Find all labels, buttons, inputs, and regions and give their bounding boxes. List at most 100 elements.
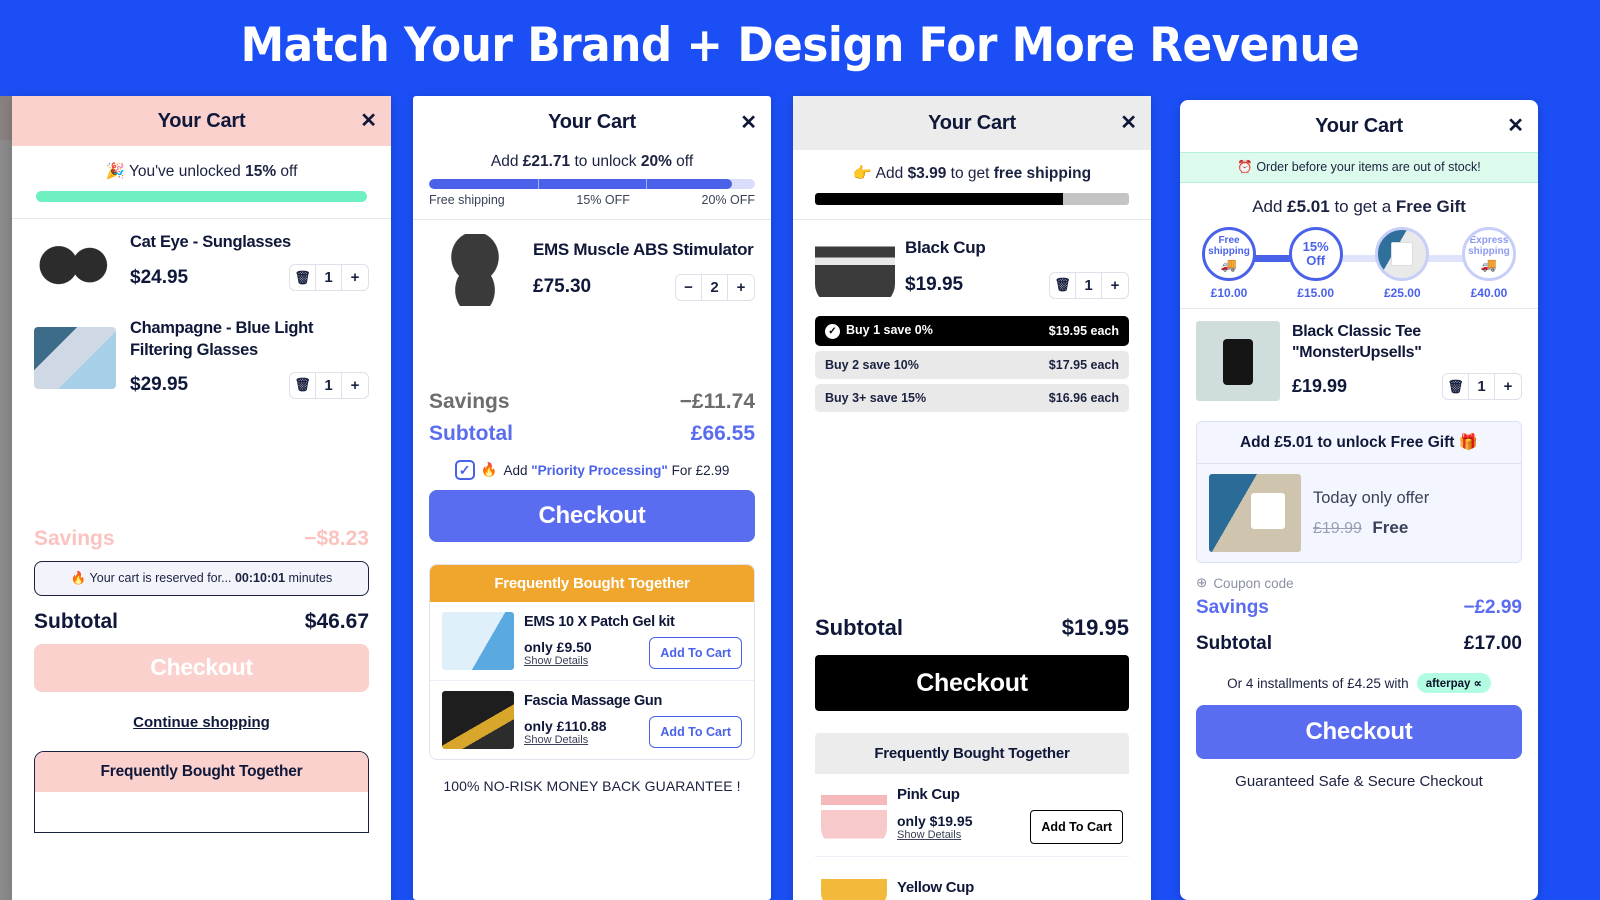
cart-title: Your Cart [157,109,246,132]
reward-milestones: Free shipping 🚚 £10.00 15% Off £15.00 £2… [1180,221,1538,308]
show-details-link[interactable]: Show Details [524,734,607,746]
left-edge-strip-lower [0,140,12,900]
savings-row: Savings −£2.99 [1180,593,1538,623]
close-icon[interactable]: ✕ [1507,116,1524,136]
quantity-stepper[interactable]: 🗑 1 + [289,264,369,291]
remove-item-button[interactable]: 🗑 [290,372,316,398]
product-price: £75.30 [533,276,592,297]
mug-image [1391,242,1414,266]
frequently-bought-together-section: Frequently Bought Together [34,750,369,833]
pointing-hand-icon: 👉 [852,165,873,182]
gift-amount: £5.01 [1287,197,1330,216]
quantity-stepper[interactable]: − 2 + [675,273,755,301]
subtotal-value: £17.00 [1463,633,1522,654]
continue-shopping-link[interactable]: Continue shopping [12,714,391,731]
milestone-free-gift[interactable]: £25.00 [1367,227,1437,300]
tier-label: Buy 1 save 0% [846,323,933,337]
product-thumbnail-black-cup [815,230,895,306]
cart-panel-black: Your Cart ✕ 👉 Add $3.99 to get free ship… [793,96,1151,900]
remove-item-button[interactable]: 🗑 [1050,272,1076,298]
priority-processing-checkbox[interactable]: ✓ [454,460,475,480]
decrease-quantity-button[interactable]: − [676,274,702,300]
milestone-amount: £15.00 [1297,286,1334,300]
plus-circle-icon: ⊕ [1196,575,1208,590]
savings-value: −$8.23 [304,526,369,550]
tier-label-15-off: 15% OFF [576,193,630,207]
increase-quantity-button[interactable]: + [728,275,754,300]
tier-each-price: $19.95 each [1048,324,1119,338]
fbt-heading: Frequently Bought Together [430,565,754,602]
quantity-value: 2 [702,274,728,300]
fbt-item-name: Fascia Massage Gun [524,692,663,709]
savings-value: −£11.74 [679,390,755,413]
progress-bar [815,193,1129,205]
promo-prefix: Add [875,165,908,182]
subtotal-value: $46.67 [304,609,369,633]
quantity-value: 1 [316,265,342,290]
increase-quantity-button[interactable]: + [342,373,368,398]
cart-line-item: Black Cup $19.95 🗑 1 + [793,220,1151,312]
milestone-express-shipping[interactable]: Express shipping 🚚 £40.00 [1454,227,1524,300]
close-icon[interactable]: ✕ [360,111,377,131]
product-thumbnail-gel-kit [442,612,514,670]
checkout-button[interactable]: Checkout [429,490,755,542]
milestone-15-off[interactable]: 15% Off £15.00 [1281,227,1351,300]
fbt-item-price: only £9.50 [524,638,592,655]
product-thumbnail-sunglasses [34,231,116,293]
increase-quantity-button[interactable]: + [1102,273,1128,298]
product-thumbnail-black-tee [1196,321,1280,401]
product-name: Champagne - Blue Light Filtering Glasses [130,319,314,360]
gift-middle: to get a [1329,197,1396,216]
remove-item-button[interactable]: 🗑 [290,265,316,290]
product-name: Cat Eye - Sunglasses [130,233,291,251]
close-icon[interactable]: ✕ [1120,113,1137,133]
fire-icon: 🔥 [480,462,498,477]
milestone-amount: £10.00 [1210,286,1248,300]
coupon-code-link[interactable]: ⊕ Coupon code [1180,563,1538,593]
installments-text: Or 4 installments of £4.25 with [1227,675,1409,691]
check-icon: ✓ [825,324,840,339]
subtotal-row: Subtotal $19.95 [793,615,1151,641]
product-thumbnail-yellow-cup [821,867,887,900]
milestone-free-shipping[interactable]: Free shipping 🚚 £10.00 [1194,227,1264,300]
increase-quantity-button[interactable]: + [342,265,368,290]
gift-offer-row[interactable]: Today only offer £19.99 Free [1197,464,1521,562]
gift-unlock-heading: Add £5.01 to unlock Free Gift 🎁 [1197,422,1521,464]
gift-prefix: Add [1252,197,1288,216]
increase-quantity-button[interactable]: + [1495,374,1521,399]
quantity-stepper[interactable]: 🗑 1 + [1442,373,1522,401]
add-to-cart-button[interactable]: Add To Cart [1030,810,1123,844]
add-to-cart-button[interactable]: Add To Cart [649,715,742,748]
close-icon[interactable]: ✕ [740,113,757,133]
truck-icon: 🚚 [1220,257,1238,273]
reserve-suffix: minutes [285,570,333,585]
page-background: Match Your Brand + Design For More Reven… [0,0,1600,900]
stock-banner-text: Order before your items are out of stock… [1256,160,1481,174]
priority-processing-option[interactable]: ✓ 🔥 Add "Priority Processing" For £2.99 [413,446,771,490]
coupon-label: Coupon code [1213,575,1294,591]
volume-tier-option[interactable]: Buy 3+ save 15% $16.96 each [815,384,1129,412]
quantity-stepper[interactable]: 🗑 1 + [289,371,369,399]
checkout-button[interactable]: Checkout [1196,705,1522,759]
fbt-item-name: EMS 10 X Patch Gel kit [524,613,675,630]
cart-panel-gift: Your Cart ✕ ⏰ Order before your items ar… [1180,100,1538,900]
product-thumbnail-massage-gun [442,691,514,749]
volume-tier-option[interactable]: Buy 2 save 10% $17.95 each [815,351,1129,379]
savings-row: Savings −£11.74 [413,390,771,414]
fire-icon: 🔥 [70,570,87,585]
remove-item-button[interactable]: 🗑 [1443,374,1469,400]
volume-tier-option[interactable]: ✓ Buy 1 save 0% $19.95 each [815,316,1129,346]
volume-discount-tiers: ✓ Buy 1 save 0% $19.95 each Buy 2 save 10… [793,312,1151,412]
party-popper-icon: 🎉 [105,163,125,180]
cart-header: Your Cart ✕ [413,96,771,149]
show-details-link[interactable]: Show Details [524,655,592,667]
fbt-heading: Frequently Bought Together [815,733,1129,774]
fbt-item-name: Pink Cup [897,786,960,803]
quantity-stepper[interactable]: 🗑 1 + [1049,271,1129,299]
checkout-button[interactable]: Checkout [34,643,369,692]
product-price: £19.99 [1292,376,1348,397]
reserve-time: 00:10:01 [234,570,286,585]
show-details-link[interactable]: Show Details [897,829,973,841]
add-to-cart-button[interactable]: Add To Cart [649,636,742,669]
checkout-button[interactable]: Checkout [815,655,1129,711]
